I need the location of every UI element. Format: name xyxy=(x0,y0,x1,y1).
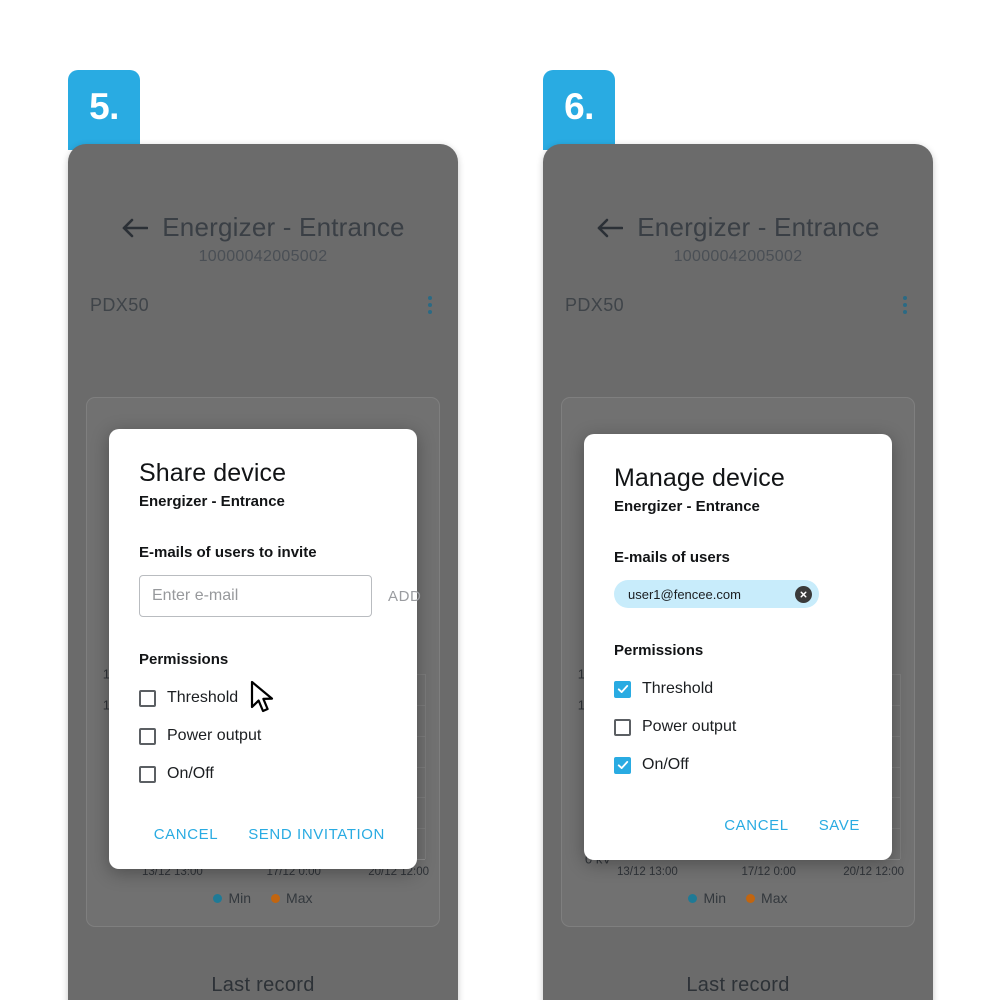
device-serial-5: 10000042005002 xyxy=(198,248,328,265)
legend-label-max: Max xyxy=(286,890,313,906)
permission-row-power-output[interactable]: Power output xyxy=(139,720,387,752)
kebab-dot xyxy=(903,310,907,314)
last-record-label-6: Last record xyxy=(686,974,790,996)
app-header-5: Energizer - Entrance 10000042005002 xyxy=(68,144,458,266)
screenshot-stage: 5. Energizer - Entrance 10000042005002 P… xyxy=(0,0,1000,1000)
title-row-6: Energizer - Entrance xyxy=(543,212,933,243)
device-row-6: PDX50 xyxy=(543,266,933,318)
permissions-label: Permissions xyxy=(139,651,229,668)
dialog-subtitle: Energizer - Entrance xyxy=(139,493,285,510)
x-tick-label: 13/12 13:00 xyxy=(617,866,678,878)
kebab-menu-icon[interactable] xyxy=(424,292,436,318)
legend-item-min: Min xyxy=(688,890,726,906)
email-entry-row: ADD xyxy=(139,575,421,617)
step-number-badge-5: 5. xyxy=(68,70,140,150)
device-serial-6: 10000042005002 xyxy=(673,248,803,265)
permission-label: On/Off xyxy=(642,756,689,773)
cancel-button[interactable]: CANCEL xyxy=(722,813,790,838)
permission-row-power-output[interactable]: Power output xyxy=(614,711,862,743)
page-title-5: Energizer - Entrance xyxy=(162,212,405,242)
device-model-label-5: PDX50 xyxy=(90,294,150,315)
checkbox-onoff[interactable] xyxy=(139,765,156,783)
email-input[interactable] xyxy=(139,575,372,617)
permissions-label: Permissions xyxy=(614,642,704,659)
email-chip[interactable]: user1@fencee.com xyxy=(614,580,819,608)
back-arrow-icon[interactable] xyxy=(596,216,624,240)
kebab-dot xyxy=(903,296,907,300)
permission-row-threshold[interactable]: Threshold xyxy=(139,682,387,714)
manage-device-dialog: Manage device Energizer - Entrance E-mai… xyxy=(584,434,892,860)
checkbox-power-output[interactable] xyxy=(614,718,631,736)
save-button[interactable]: SAVE xyxy=(817,813,862,838)
legend-dot-max xyxy=(746,893,756,903)
permission-label: Threshold xyxy=(167,689,239,706)
kebab-dot xyxy=(428,296,432,300)
checkbox-threshold[interactable] xyxy=(139,689,156,707)
dialog-title: Share device xyxy=(139,459,287,487)
last-record-label-5: Last record xyxy=(211,974,315,996)
page-title-6: Energizer - Entrance xyxy=(637,212,880,242)
permission-label: On/Off xyxy=(167,765,214,782)
kebab-dot xyxy=(428,310,432,314)
legend-item-min: Min xyxy=(213,890,251,906)
dialog-title: Manage device xyxy=(614,464,785,492)
share-device-dialog: Share device Energizer - Entrance E-mail… xyxy=(109,429,421,869)
legend-dot-min xyxy=(213,893,223,903)
emails-section-label: E-mails of users xyxy=(614,549,730,566)
title-row-5: Energizer - Entrance xyxy=(68,212,458,243)
permission-label: Power output xyxy=(167,727,262,744)
kebab-dot xyxy=(903,303,907,307)
chart-legend-6: Min Max xyxy=(562,890,914,906)
legend-label-min: Min xyxy=(228,890,252,906)
kebab-dot xyxy=(428,303,432,307)
send-invitation-button[interactable]: SEND INVITATION xyxy=(246,822,387,847)
device-row-5: PDX50 xyxy=(68,266,458,318)
app-header-6: Energizer - Entrance 10000042005002 xyxy=(543,144,933,266)
add-email-button[interactable]: ADD xyxy=(380,582,425,611)
permission-row-onoff[interactable]: On/Off xyxy=(614,749,862,781)
checkbox-onoff[interactable] xyxy=(614,756,631,774)
x-tick-label: 20/12 12:00 xyxy=(843,866,904,878)
legend-item-max: Max xyxy=(271,890,313,906)
x-tick-label: 17/12 0:00 xyxy=(741,866,796,878)
checkbox-power-output[interactable] xyxy=(139,727,156,745)
cancel-button[interactable]: CANCEL xyxy=(152,822,220,847)
permission-row-onoff[interactable]: On/Off xyxy=(139,758,387,790)
permissions-list: Threshold Power output On/Off xyxy=(139,682,387,790)
permission-label: Power output xyxy=(642,718,737,735)
permission-row-threshold[interactable]: Threshold xyxy=(614,673,862,705)
close-circle-icon[interactable] xyxy=(795,585,812,603)
dialog-subtitle: Energizer - Entrance xyxy=(614,498,760,515)
legend-label-max: Max xyxy=(761,890,788,906)
permission-label: Threshold xyxy=(642,680,714,697)
step-number-badge-6: 6. xyxy=(543,70,615,150)
legend-item-max: Max xyxy=(746,890,788,906)
legend-dot-min xyxy=(688,893,698,903)
dialog-actions: CANCEL SAVE xyxy=(614,781,862,860)
phone-screen-5: Energizer - Entrance 10000042005002 PDX5… xyxy=(68,144,458,1000)
legend-dot-max xyxy=(271,893,281,903)
back-arrow-icon[interactable] xyxy=(121,216,149,240)
legend-label-min: Min xyxy=(703,890,727,906)
checkbox-threshold[interactable] xyxy=(614,680,631,698)
phone-screen-6: Energizer - Entrance 10000042005002 PDX5… xyxy=(543,144,933,1000)
chart-legend-5: Min Max xyxy=(87,890,439,906)
device-model-label-6: PDX50 xyxy=(565,294,625,315)
dialog-actions: CANCEL SEND INVITATION xyxy=(139,790,387,869)
emails-section-label: E-mails of users to invite xyxy=(139,544,317,561)
kebab-menu-icon[interactable] xyxy=(899,292,911,318)
permissions-list: Threshold Power output On/Off xyxy=(614,673,862,781)
email-chip-label: user1@fencee.com xyxy=(628,586,741,602)
